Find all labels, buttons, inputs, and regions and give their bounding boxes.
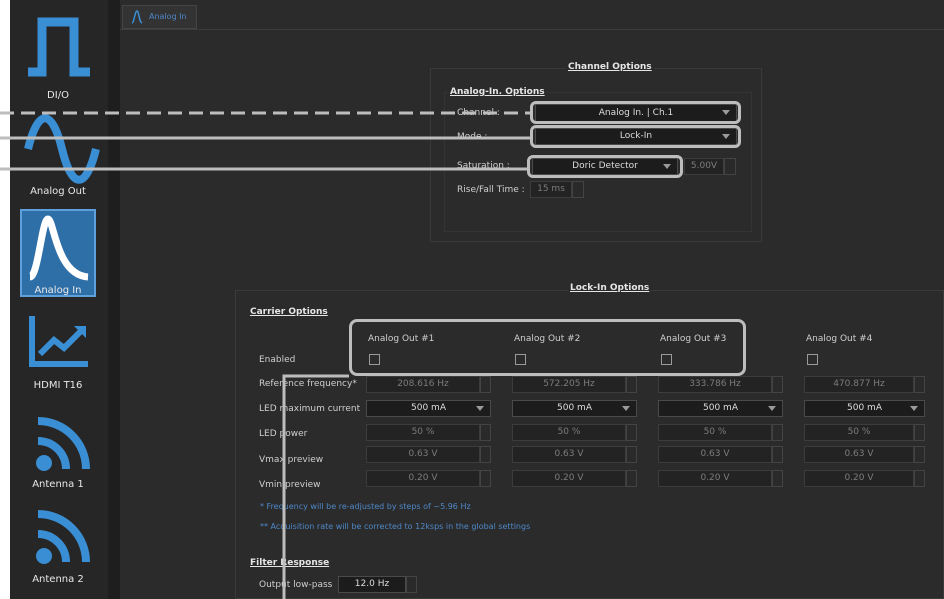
callout-lines bbox=[0, 111, 530, 599]
analog-out-callout-line bbox=[282, 374, 349, 599]
